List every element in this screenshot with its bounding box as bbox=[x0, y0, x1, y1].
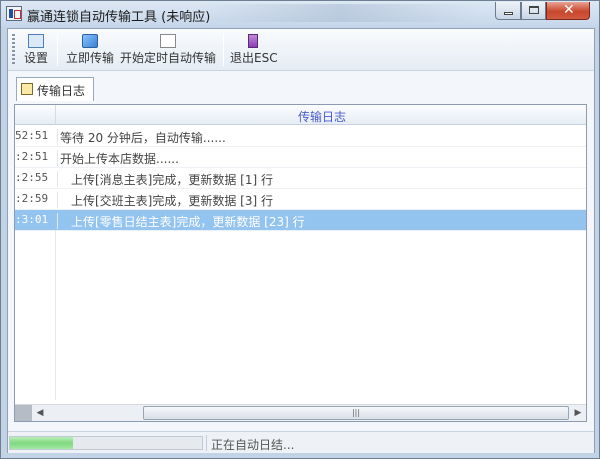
start-scheduled-transfer-button[interactable]: 开始定时自动传输 bbox=[118, 32, 218, 68]
window-title: 赢通连锁自动传输工具 (未响应) bbox=[27, 10, 211, 25]
table-row[interactable]: :2:55 上传[消息主表]完成，更新数据 [1] 行 bbox=[15, 168, 586, 189]
maximize-button[interactable] bbox=[521, 2, 546, 20]
tab-strip: 传输日志 bbox=[8, 72, 594, 101]
settings-button[interactable]: 设置 bbox=[20, 32, 52, 68]
exit-label: 退出ESC bbox=[230, 51, 278, 65]
row-time: :2:55 bbox=[15, 171, 49, 184]
progress-fill bbox=[10, 437, 74, 449]
exit-button[interactable]: 退出ESC bbox=[230, 32, 278, 68]
scroll-right-icon[interactable]: ▶ bbox=[570, 405, 586, 421]
status-text: 正在自动日结... bbox=[211, 438, 295, 452]
log-grid[interactable]: 传输日志 52:51 等待 20 分钟后，自动传输...... :2:51 开始… bbox=[14, 104, 587, 422]
settings-icon bbox=[28, 34, 44, 48]
row-indicator-column bbox=[15, 230, 56, 400]
table-row[interactable]: :2:59 上传[交班主表]完成，更新数据 [3] 行 bbox=[15, 189, 586, 210]
toolbar-grip[interactable] bbox=[12, 34, 15, 66]
row-time: :2:59 bbox=[15, 192, 49, 205]
app-icon[interactable] bbox=[6, 6, 22, 21]
horizontal-scrollbar[interactable]: ◀ ||| ▶ bbox=[15, 404, 586, 421]
scrollbar-thumb[interactable]: ||| bbox=[143, 406, 569, 420]
table-row[interactable]: 52:51 等待 20 分钟后，自动传输...... bbox=[15, 126, 586, 147]
table-row-selected[interactable]: :3:01 上传[零售日结主表]完成，更新数据 [23] 行 bbox=[15, 210, 586, 231]
exit-icon bbox=[248, 34, 258, 48]
row-message: 上传[消息主表]完成，更新数据 [1] 行 bbox=[57, 171, 273, 187]
scroll-left-icon[interactable]: ◀ bbox=[32, 405, 48, 421]
status-separator bbox=[206, 435, 207, 451]
settings-label: 设置 bbox=[23, 51, 48, 65]
row-message: 等待 20 分钟后，自动传输...... bbox=[57, 129, 226, 145]
app-window: 赢通连锁自动传输工具 (未响应) ✕ 设置 立即传输 开始定时自动传输 退出ES… bbox=[0, 0, 600, 459]
upload-icon bbox=[82, 34, 98, 48]
table-row[interactable]: :2:51 开始上传本店数据...... bbox=[15, 147, 586, 168]
log-icon bbox=[21, 83, 33, 95]
log-rows: 52:51 等待 20 分钟后，自动传输...... :2:51 开始上传本店数… bbox=[15, 126, 586, 231]
grid-header: 传输日志 bbox=[15, 105, 586, 125]
timer-icon bbox=[160, 34, 176, 48]
row-indicator-header bbox=[15, 105, 56, 125]
transfer-now-label: 立即传输 bbox=[65, 51, 114, 65]
minimize-button[interactable] bbox=[495, 2, 521, 20]
toolbar: 设置 立即传输 开始定时自动传输 退出ESC bbox=[8, 29, 594, 71]
row-time: 52:51 bbox=[15, 129, 49, 142]
transfer-now-button[interactable]: 立即传输 bbox=[64, 32, 116, 68]
row-message: 上传[零售日结主表]完成，更新数据 [23] 行 bbox=[57, 213, 305, 229]
tab-transfer-log[interactable]: 传输日志 bbox=[16, 77, 94, 101]
status-bar: 正在自动日结... bbox=[8, 431, 594, 453]
title-bar[interactable]: 赢通连锁自动传输工具 (未响应) ✕ bbox=[1, 1, 599, 27]
scrollbar-corner bbox=[15, 405, 32, 421]
title-glow bbox=[201, 4, 481, 22]
toolbar-separator bbox=[57, 34, 58, 66]
tab-label: 传输日志 bbox=[37, 84, 86, 98]
row-time: :3:01 bbox=[15, 213, 49, 226]
row-message: 开始上传本店数据...... bbox=[57, 150, 179, 166]
column-header-log[interactable]: 传输日志 bbox=[57, 108, 587, 125]
maximize-icon bbox=[529, 6, 539, 14]
client-area: 设置 立即传输 开始定时自动传输 退出ESC 传输日志 传输日志 52:51 等… bbox=[7, 28, 595, 453]
progress-bar bbox=[9, 436, 203, 450]
row-time: :2:51 bbox=[15, 150, 49, 163]
close-icon: ✕ bbox=[563, 2, 575, 18]
minimize-icon bbox=[504, 12, 513, 15]
close-button[interactable]: ✕ bbox=[546, 2, 590, 20]
toolbar-separator bbox=[223, 34, 224, 66]
row-message: 上传[交班主表]完成，更新数据 [3] 行 bbox=[57, 192, 273, 208]
start-scheduled-transfer-label: 开始定时自动传输 bbox=[119, 51, 216, 65]
